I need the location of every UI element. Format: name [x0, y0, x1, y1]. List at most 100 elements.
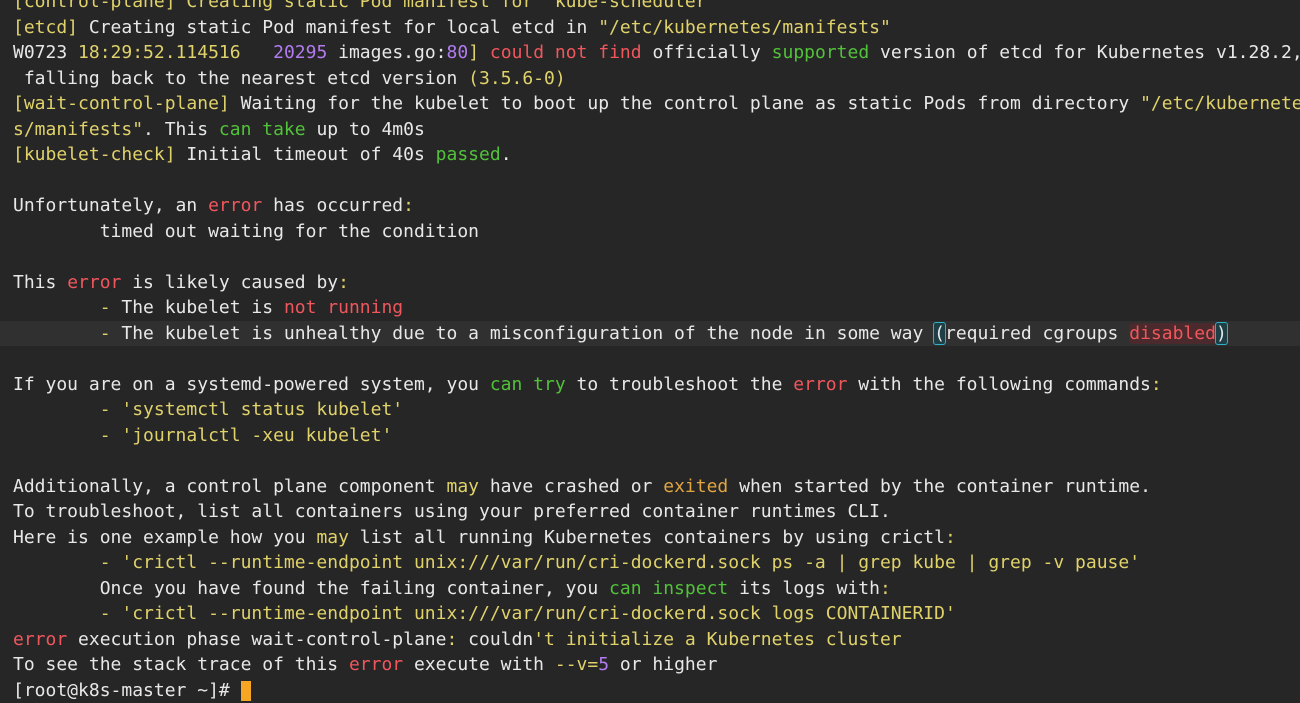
terminal-line-example-crictl: Here is one example how you may list all…	[0, 525, 1300, 551]
terminal-text: If you are on a systemd-powered system, …	[13, 374, 490, 395]
terminal-line-likely-caused: This error is likely caused by:	[0, 270, 1300, 296]
terminal-line-etcd-manifest: [etcd] Creating static Pod manifest for …	[0, 15, 1300, 41]
terminal-text: [root@k8s-master ~]#	[13, 680, 241, 701]
terminal-text: can take	[219, 119, 306, 140]
terminal-text: Creating static Pod manifest for local e…	[78, 17, 598, 38]
terminal-text: 5	[598, 654, 609, 675]
terminal-line-blank-1	[0, 168, 1300, 194]
terminal-text: disabled	[1129, 323, 1216, 344]
terminal-text: falling back to the nearest etcd version	[13, 68, 468, 89]
terminal-line-cmd-systemctl: - 'systemctl status kubelet'	[0, 397, 1300, 423]
terminal-line-kubelet-check: [kubelet-check] Initial timeout of 40s p…	[0, 142, 1300, 168]
terminal-text: "/etc/kubernetes/manifests"	[598, 17, 891, 38]
terminal-text: error	[793, 374, 847, 395]
terminal-text: :	[945, 527, 956, 548]
terminal-text: Waiting for the kubelet to boot up the c…	[230, 93, 1140, 114]
terminal-text: Initial timeout of 40s	[176, 144, 436, 165]
terminal-output[interactable]: [control-plane] Creating static Pod mani…	[0, 0, 1300, 703]
terminal-line-timed-out: timed out waiting for the condition	[0, 219, 1300, 245]
terminal-text	[479, 42, 490, 63]
terminal-text: or higher	[609, 654, 717, 675]
terminal-line-found-failing: Once you have found the failing containe…	[0, 576, 1300, 602]
terminal-text: )	[1216, 323, 1227, 344]
terminal-text: list all running Kubernetes containers b…	[349, 527, 945, 548]
terminal-line-control-plane-scheduler: [control-plane] Creating static Pod mani…	[0, 0, 1300, 15]
terminal-text: error	[67, 272, 121, 293]
terminal-text: up to 4m0s	[306, 119, 425, 140]
terminal-text: :	[880, 578, 891, 599]
terminal-text: with the following commands	[847, 374, 1150, 395]
terminal-line-warning-etcd-version: W0723 18:29:52.114516 20295 images.go:80…	[0, 40, 1300, 66]
terminal-text: passed	[436, 144, 501, 165]
terminal-text: :	[446, 629, 457, 650]
terminal-text: exited	[663, 476, 728, 497]
terminal-line-blank-2	[0, 244, 1300, 270]
terminal-text: :	[1151, 374, 1162, 395]
terminal-line-cmd-crictl-ps: - 'crictl --runtime-endpoint unix:///var…	[0, 550, 1300, 576]
terminal-text: [wait-control-plane]	[13, 93, 230, 114]
terminal-text: required cgroups	[945, 323, 1129, 344]
terminal-line-prompt[interactable]: [root@k8s-master ~]#	[0, 678, 1300, 703]
terminal-text: :	[338, 272, 349, 293]
terminal-text: can inspect	[609, 578, 728, 599]
terminal-line-warning-etcd-fallback: falling back to the nearest etcd version…	[0, 66, 1300, 92]
terminal-text: its logs with	[728, 578, 880, 599]
terminal-line-cmd-journalctl: - 'journalctl -xeu kubelet'	[0, 423, 1300, 449]
terminal-text: -	[13, 297, 121, 318]
terminal-text: To troubleshoot, list all containers usi…	[13, 501, 891, 522]
terminal-line-wait-control-plane-cont: s/manifests". This can take up to 4m0s	[0, 117, 1300, 143]
terminal-text: s/manifests"	[13, 119, 143, 140]
terminal-text: (	[934, 323, 945, 344]
terminal-text: 80	[447, 42, 469, 63]
terminal-text: - 'journalctl -xeu kubelet'	[13, 425, 392, 446]
terminal-text: -	[13, 323, 121, 344]
terminal-text: 20295	[273, 42, 327, 63]
terminal-text: . This	[143, 119, 219, 140]
terminal-line-cmd-crictl-logs: - 'crictl --runtime-endpoint unix:///var…	[0, 601, 1300, 627]
terminal-text: .	[501, 144, 512, 165]
terminal-line-wait-control-plane: [wait-control-plane] Waiting for the kub…	[0, 91, 1300, 117]
terminal-text: may	[446, 476, 479, 497]
terminal-text: couldn	[457, 629, 533, 650]
terminal-line-blank-3	[0, 346, 1300, 372]
terminal-text: To see the stack trace of this	[13, 654, 349, 675]
terminal-text: error	[208, 195, 262, 216]
terminal-text: Additionally, a control plane component	[13, 476, 446, 497]
terminal-text: officially	[642, 42, 772, 63]
terminal-line-kubelet-not-running: - The kubelet is not running	[0, 295, 1300, 321]
terminal-text: [control-plane] Creating static Pod mani…	[13, 0, 717, 12]
terminal-line-to-troubleshoot: To troubleshoot, list all containers usi…	[0, 499, 1300, 525]
terminal-text	[241, 42, 274, 63]
terminal-text: execution phase wait-control-plane	[67, 629, 446, 650]
terminal-line-blank-4	[0, 448, 1300, 474]
terminal-text: This	[13, 272, 67, 293]
terminal-text: supported	[772, 42, 870, 63]
terminal-text: - 'crictl --runtime-endpoint unix:///var…	[13, 603, 956, 624]
terminal-text: is likely caused by	[121, 272, 338, 293]
terminal-text: error	[13, 629, 67, 650]
terminal-text: 't initialize a Kubernetes cluster	[533, 629, 901, 650]
terminal-text: execute with	[403, 654, 555, 675]
terminal-text: may	[316, 527, 349, 548]
terminal-line-error-execution: error execution phase wait-control-plane…	[0, 627, 1300, 653]
terminal-text: Unfortunately, an	[13, 195, 208, 216]
terminal-line-stack-trace: To see the stack trace of this error exe…	[0, 652, 1300, 678]
terminal-text: :	[403, 195, 414, 216]
terminal-text: The kubelet is unhealthy due to a miscon…	[121, 323, 934, 344]
terminal-text: [kubelet-check]	[13, 144, 176, 165]
terminal-text: has occurred	[262, 195, 403, 216]
terminal-text: could not find	[490, 42, 642, 63]
terminal-text: "/etc/kubernete	[1140, 93, 1300, 114]
terminal-text: 18:29:52.114516	[78, 42, 241, 63]
terminal-line-systemd-troubleshoot: If you are on a systemd-powered system, …	[0, 372, 1300, 398]
terminal-text: have crashed or	[479, 476, 663, 497]
terminal-text: images.go:	[327, 42, 446, 63]
terminal-text: when started by the container runtime.	[728, 476, 1151, 497]
terminal-text: Here is one example how you	[13, 527, 316, 548]
terminal-line-kubelet-unhealthy: - The kubelet is unhealthy due to a misc…	[0, 321, 1300, 347]
terminal-text: can try	[490, 374, 566, 395]
terminal-line-additionally: Additionally, a control plane component …	[0, 474, 1300, 500]
terminal-text: ]	[468, 42, 479, 63]
cursor-icon	[241, 681, 251, 701]
terminal-text: - 'systemctl status kubelet'	[13, 399, 403, 420]
